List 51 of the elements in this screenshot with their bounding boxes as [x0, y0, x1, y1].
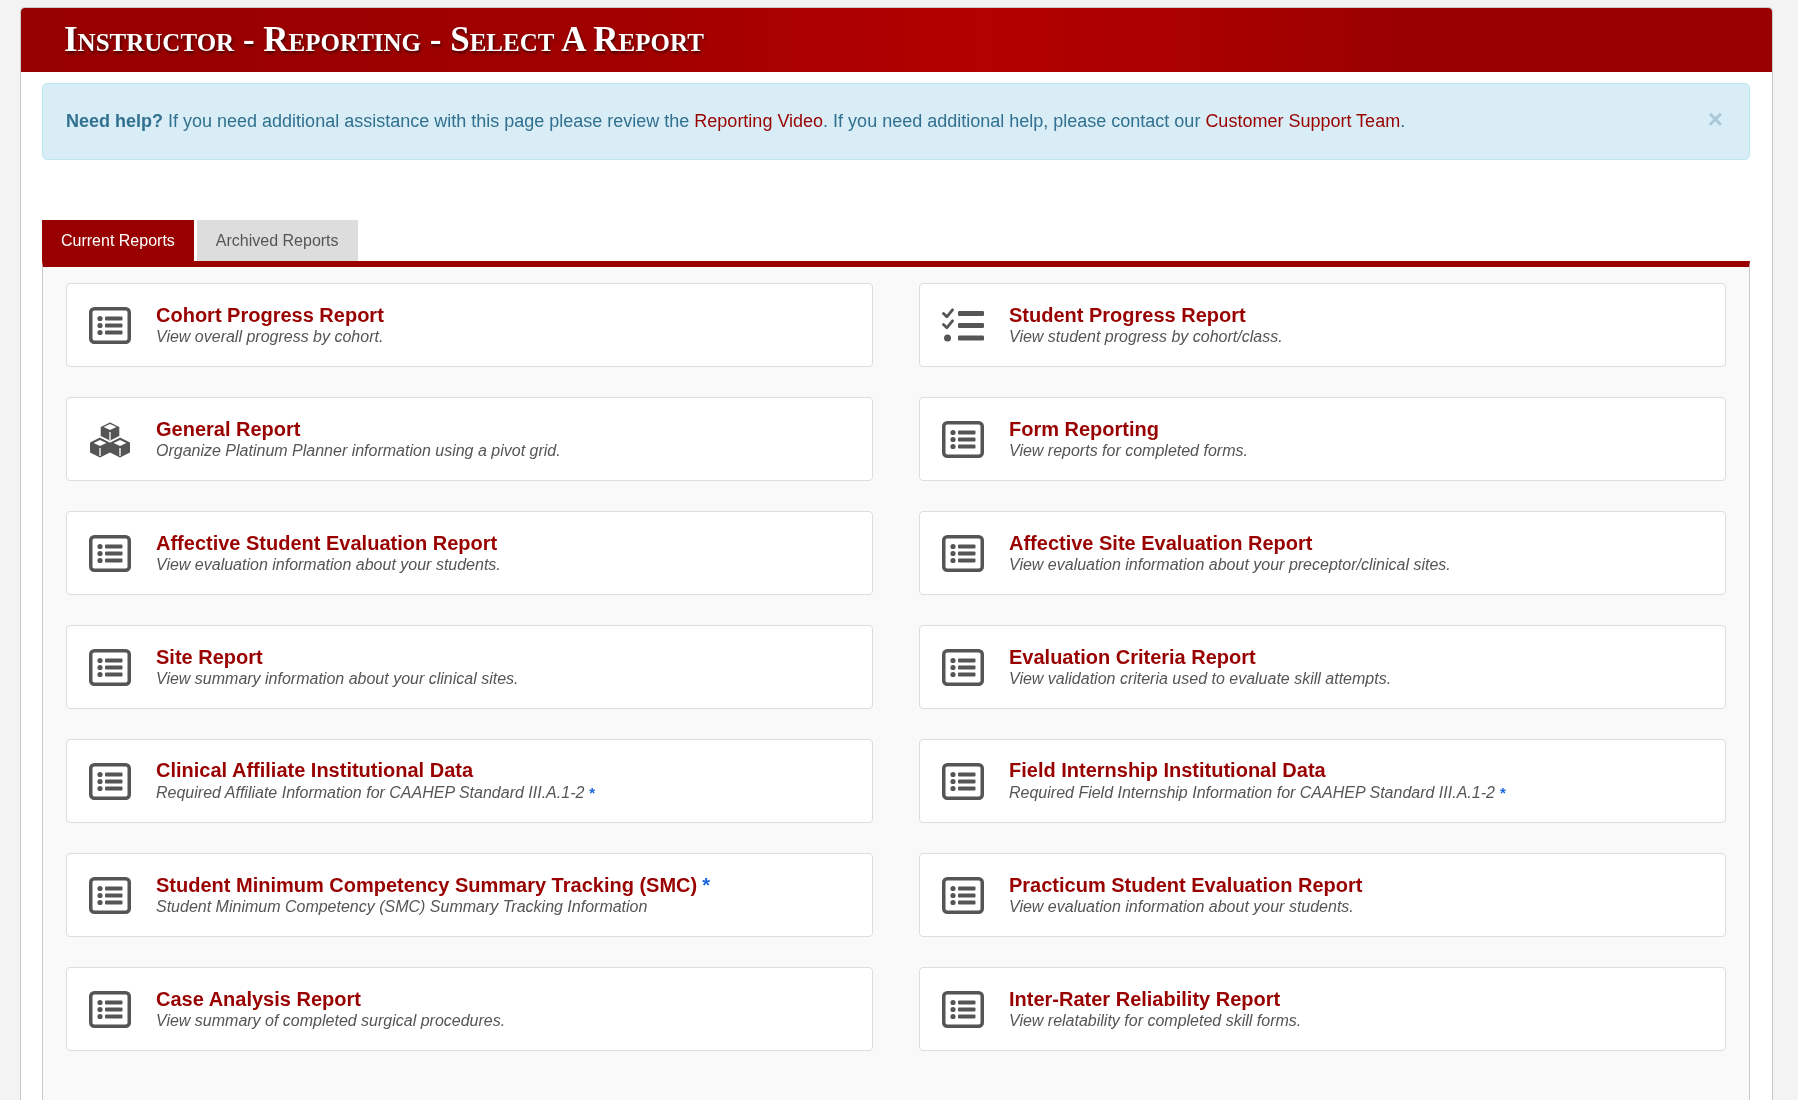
tab[interactable]: Archived Reports [196, 220, 358, 261]
report-title-link[interactable]: Field Internship Institutional Data [1009, 757, 1326, 782]
report-description: View evaluation information about your preceptor/clinical sites. [1009, 555, 1451, 575]
report-description: View summary information about your clinical sites. [156, 669, 519, 689]
report-title-link[interactable]: Case Analysis Report [156, 987, 361, 1011]
list-icon [89, 534, 131, 572]
report-title-link[interactable]: Cohort Progress Report [156, 303, 384, 327]
report-description: View relatability for completed skill forms. [1009, 1011, 1302, 1031]
asterisk-marker: * [702, 873, 710, 897]
report-title-link[interactable]: Site Report [156, 645, 263, 669]
asterisk-marker: * [1499, 782, 1506, 803]
asterisk-marker: * [589, 782, 596, 803]
report-title-link[interactable]: Student Progress Report [1009, 303, 1246, 327]
report-description: View evaluation information about your students. [1009, 897, 1354, 917]
report-title-link[interactable]: Inter-Rater Reliability Report [1009, 987, 1281, 1011]
report-title-link[interactable]: Clinical Affiliate Institutional Data [156, 757, 474, 782]
list-icon [89, 648, 131, 686]
report-description: Required Affiliate Information for CAAHEP Standard III.A.1-2 [156, 782, 585, 803]
report-title-link[interactable]: General Report [156, 417, 301, 441]
report-description: View evaluation information about your students. [156, 555, 501, 575]
list-icon [942, 420, 984, 458]
report-title-link[interactable]: Affective Student Evaluation Report [156, 531, 498, 555]
list-icon [942, 990, 984, 1028]
tab[interactable]: Current Reports [42, 220, 194, 261]
report-description: Student Minimum Competency (SMC) Summary Tracking Information [156, 897, 648, 917]
report-description: Required Field Internship Information for CAAHEP Standard III.A.1-2 [1009, 782, 1495, 803]
list-icon [942, 762, 984, 800]
list-icon [89, 306, 131, 344]
report-title-link[interactable]: Affective Site Evaluation Report [1009, 531, 1313, 555]
list-icon [89, 876, 131, 914]
cubes-icon [89, 420, 131, 458]
help-message: Need help? If you need additional assistance with this page please review the Reporting Video. If you need additional help, please contact our Customer Support Team. [66, 110, 1406, 133]
checklist-icon [942, 307, 984, 343]
page-title: Instructor - Reporting - Select A Report [64, 20, 704, 60]
inline-link[interactable]: Customer Support Team [1205, 111, 1401, 131]
report-description: View overall progress by cohort. [156, 327, 384, 347]
list-icon [942, 876, 984, 914]
report-description: View summary of completed surgical procedures. [156, 1011, 506, 1031]
report-description: Organize Platinum Planner information using a pivot grid. [156, 441, 561, 461]
report-title-link[interactable]: Practicum Student Evaluation Report [1009, 873, 1363, 897]
report-description: View validation criteria used to evaluate skill attempts. [1009, 669, 1392, 689]
list-icon [89, 762, 131, 800]
report-description: View student progress by cohort/class. [1009, 327, 1283, 347]
inline-link[interactable]: Reporting Video [694, 111, 824, 131]
report-title-link[interactable]: Evaluation Criteria Report [1009, 645, 1256, 669]
report-title-link[interactable]: Student Minimum Competency Summary Tracking (SMC) [156, 873, 698, 897]
report-description: View reports for completed forms. [1009, 441, 1248, 461]
report-title-link[interactable]: Form Reporting [1009, 417, 1159, 441]
list-icon [942, 648, 984, 686]
list-icon [942, 534, 984, 572]
list-icon [89, 990, 131, 1028]
